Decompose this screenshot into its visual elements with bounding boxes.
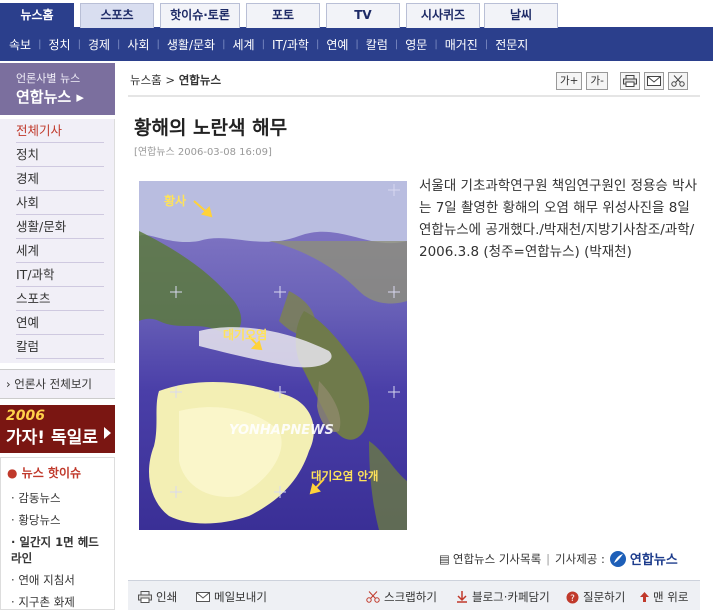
scissors-icon[interactable] bbox=[667, 72, 688, 90]
issue-item[interactable]: · 황당뉴스 bbox=[11, 509, 108, 531]
nav-politics[interactable]: 정치 bbox=[48, 36, 70, 53]
press-header-name: 연합뉴스 ▸ bbox=[16, 88, 84, 106]
svg-text:?: ? bbox=[570, 594, 575, 604]
list-icon: ▤ bbox=[439, 551, 450, 566]
mail-icon bbox=[196, 592, 210, 602]
banner-year: 2006 bbox=[6, 408, 45, 424]
worldcup-banner[interactable]: 2006 가자! 독일로 bbox=[0, 405, 115, 453]
nav-magazine[interactable]: 매거진 bbox=[445, 36, 478, 53]
print-icon bbox=[138, 591, 152, 603]
press-header[interactable]: 언론사별 뉴스 연합뉴스 ▸ bbox=[0, 63, 115, 115]
sidebar-item-world[interactable]: 세계 bbox=[16, 239, 104, 263]
left-sidebar: 언론사별 뉴스 연합뉴스 ▸ 전체기사 정치 경제 사회 생활/문화 세계 IT… bbox=[0, 61, 115, 610]
breadcrumb-home[interactable]: 뉴스홈 bbox=[130, 73, 162, 87]
press-header-caption: 언론사별 뉴스 bbox=[16, 72, 81, 85]
nav-it-science[interactable]: IT/과학 bbox=[272, 36, 309, 53]
scissors-icon bbox=[366, 591, 380, 603]
font-decrease-button[interactable]: 가- bbox=[586, 72, 608, 90]
tab-weather[interactable]: 날씨 bbox=[484, 3, 558, 28]
question-button[interactable]: ? 질문하기 bbox=[566, 589, 625, 605]
nav-specialty[interactable]: 전문지 bbox=[495, 36, 528, 53]
issue-item[interactable]: · 감동뉴스 bbox=[11, 487, 108, 509]
nav-society[interactable]: 사회 bbox=[127, 36, 149, 53]
scrap-button[interactable]: 스크랩하기 bbox=[366, 589, 437, 605]
article-body: 서울대 기초과학연구원 책임연구원인 정용승 박사는 7일 촬영한 황해의 오염… bbox=[419, 178, 697, 260]
sidebar-item-culture[interactable]: 생활/문화 bbox=[16, 215, 104, 239]
back-to-top-button[interactable]: 맨 위로 bbox=[640, 589, 688, 605]
sidebar-item-society[interactable]: 사회 bbox=[16, 191, 104, 215]
breadcrumb-separator: > bbox=[165, 73, 176, 87]
question-icon: ? bbox=[566, 591, 579, 604]
download-icon bbox=[457, 591, 467, 603]
article-source: ▤ 연합뉴스 기사목록 | 기사제공 : 연합뉴스 bbox=[439, 549, 678, 568]
issue-item[interactable]: · 연애 지침서 bbox=[11, 569, 108, 591]
nav-column[interactable]: 칼럼 bbox=[366, 36, 388, 53]
nav-culture[interactable]: 생활/문화 bbox=[167, 36, 215, 53]
sidebar-item-economy[interactable]: 경제 bbox=[16, 167, 104, 191]
mail-icon[interactable] bbox=[643, 72, 664, 90]
nav-english[interactable]: 영문 bbox=[405, 36, 427, 53]
all-press-link[interactable]: › 언론사 전체보기 bbox=[0, 369, 115, 399]
nav-world[interactable]: 세계 bbox=[232, 36, 254, 53]
hot-issue-title: ● 뉴스 핫이슈 bbox=[7, 466, 82, 480]
sidebar-item-column[interactable]: 칼럼 bbox=[16, 335, 104, 359]
satellite-photo[interactable]: 황사 대기오염 대기오염 안개 YONHAPNEWS bbox=[139, 181, 407, 530]
banner-arrow-icon bbox=[104, 427, 111, 439]
sidebar-item-entertainment[interactable]: 연예 bbox=[16, 311, 104, 335]
nav-economy[interactable]: 경제 bbox=[88, 36, 110, 53]
article-meta: [연합뉴스 2006-03-08 16:09] bbox=[134, 147, 272, 158]
tab-hot-issue[interactable]: 핫이슈·토론 bbox=[160, 3, 240, 28]
press-section-menu: 전체기사 정치 경제 사회 생활/문화 세계 IT/과학 스포츠 연예 칼럼 bbox=[0, 119, 115, 363]
nav-entertainment[interactable]: 연예 bbox=[326, 36, 348, 53]
print-button[interactable]: 인쇄 bbox=[138, 589, 177, 605]
issue-item[interactable]: · 일간지 1면 헤드라인 bbox=[11, 531, 108, 569]
sidebar-item-all[interactable]: 전체기사 bbox=[16, 119, 104, 143]
nav-breaking[interactable]: 속보 bbox=[9, 36, 31, 53]
breadcrumb-current[interactable]: 연합뉴스 bbox=[179, 73, 221, 87]
provider-label: 기사제공 : bbox=[555, 551, 605, 566]
font-increase-button[interactable]: 가+ bbox=[556, 72, 583, 90]
yonhap-logo[interactable]: 연합뉴스 bbox=[609, 549, 678, 568]
tab-news-home[interactable]: 뉴스홈 bbox=[0, 3, 74, 28]
blog-cafe-button[interactable]: 블로그·카페담기 bbox=[456, 589, 550, 605]
sidebar-item-it[interactable]: IT/과학 bbox=[16, 263, 104, 287]
arrow-up-icon bbox=[640, 592, 649, 602]
issue-item[interactable]: · 지구촌 화제 bbox=[11, 591, 108, 610]
photo-label-air-pollution: 대기오염 bbox=[223, 328, 268, 342]
article-action-bar: 인쇄 메일보내기 스크랩하기 블로그·카페담기 ? 질문하기 맨 위로 bbox=[128, 580, 700, 610]
tab-sports[interactable]: 스포츠 bbox=[80, 3, 154, 28]
category-nav: 속보 | 정치 | 경제 | 사회 | 생활/문화 | 세계 | IT/과학 | 연예 | 칼럼… bbox=[0, 28, 713, 61]
photo-watermark: YONHAPNEWS bbox=[229, 423, 334, 438]
sidebar-item-sports[interactable]: 스포츠 bbox=[16, 287, 104, 311]
tab-quiz[interactable]: 시사퀴즈 bbox=[406, 3, 480, 28]
tab-photo[interactable]: 포토 bbox=[246, 3, 320, 28]
photo-label-yellow-dust: 황사 bbox=[164, 194, 187, 208]
breadcrumb: 뉴스홈 > 연합뉴스 bbox=[130, 72, 221, 88]
article-title: 황해의 노란색 해무 bbox=[134, 117, 288, 139]
header-divider bbox=[128, 95, 700, 97]
press-article-list-link[interactable]: 연합뉴스 기사목록 bbox=[453, 551, 541, 567]
send-mail-button[interactable]: 메일보내기 bbox=[196, 589, 267, 605]
photo-label-pollution-fog: 대기오염 안개 bbox=[311, 469, 379, 483]
article-tools: 가+ 가- bbox=[556, 72, 688, 90]
banner-text: 가자! 독일로 bbox=[6, 428, 98, 448]
hot-issue-box: ● 뉴스 핫이슈 · 감동뉴스 · 황당뉴스 · 일간지 1면 헤드라인 · 연… bbox=[0, 457, 115, 610]
print-icon[interactable] bbox=[619, 72, 640, 90]
tab-tv[interactable]: TV bbox=[326, 3, 400, 28]
sidebar-item-politics[interactable]: 정치 bbox=[16, 143, 104, 167]
top-tab-bar: 뉴스홈 스포츠 핫이슈·토론 포토 TV 시사퀴즈 날씨 bbox=[0, 0, 713, 28]
